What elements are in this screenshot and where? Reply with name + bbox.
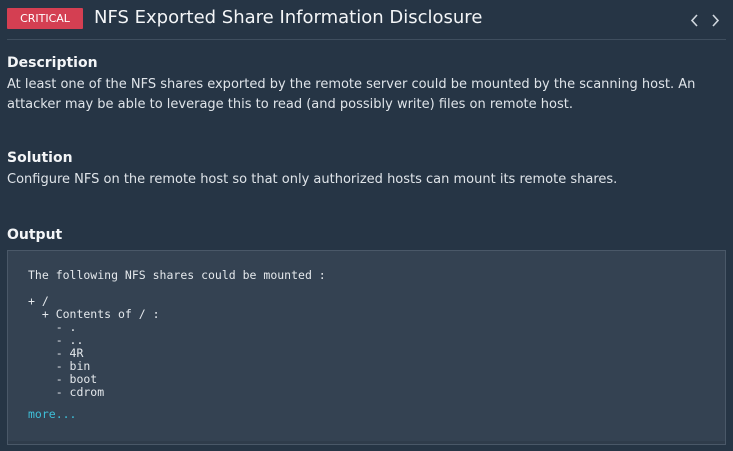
- output-intro: The following NFS shares could be mounte…: [28, 268, 326, 282]
- output-heading: Output: [7, 227, 63, 243]
- chevron-right-icon: [711, 13, 719, 27]
- chevron-left-icon: [690, 13, 698, 27]
- description-heading: Description: [7, 55, 98, 71]
- output-box: The following NFS shares could be mounte…: [7, 250, 726, 445]
- output-divider: [8, 441, 725, 444]
- solution-text: Configure NFS on the remote host so that…: [7, 172, 618, 187]
- plugin-header: CRITICAL NFS Exported Share Information …: [7, 0, 726, 40]
- severity-badge: CRITICAL: [7, 8, 83, 29]
- output-line: - cdrom: [28, 385, 105, 399]
- previous-button[interactable]: [687, 10, 701, 30]
- page-title: NFS Exported Share Information Disclosur…: [94, 7, 483, 28]
- pager-nav: [687, 10, 722, 30]
- plugin-detail-page: CRITICAL NFS Exported Share Information …: [0, 0, 733, 451]
- next-button[interactable]: [708, 10, 722, 30]
- more-link[interactable]: more...: [28, 407, 76, 421]
- solution-heading: Solution: [7, 150, 73, 166]
- description-text: At least one of the NFS shares exported …: [7, 77, 696, 112]
